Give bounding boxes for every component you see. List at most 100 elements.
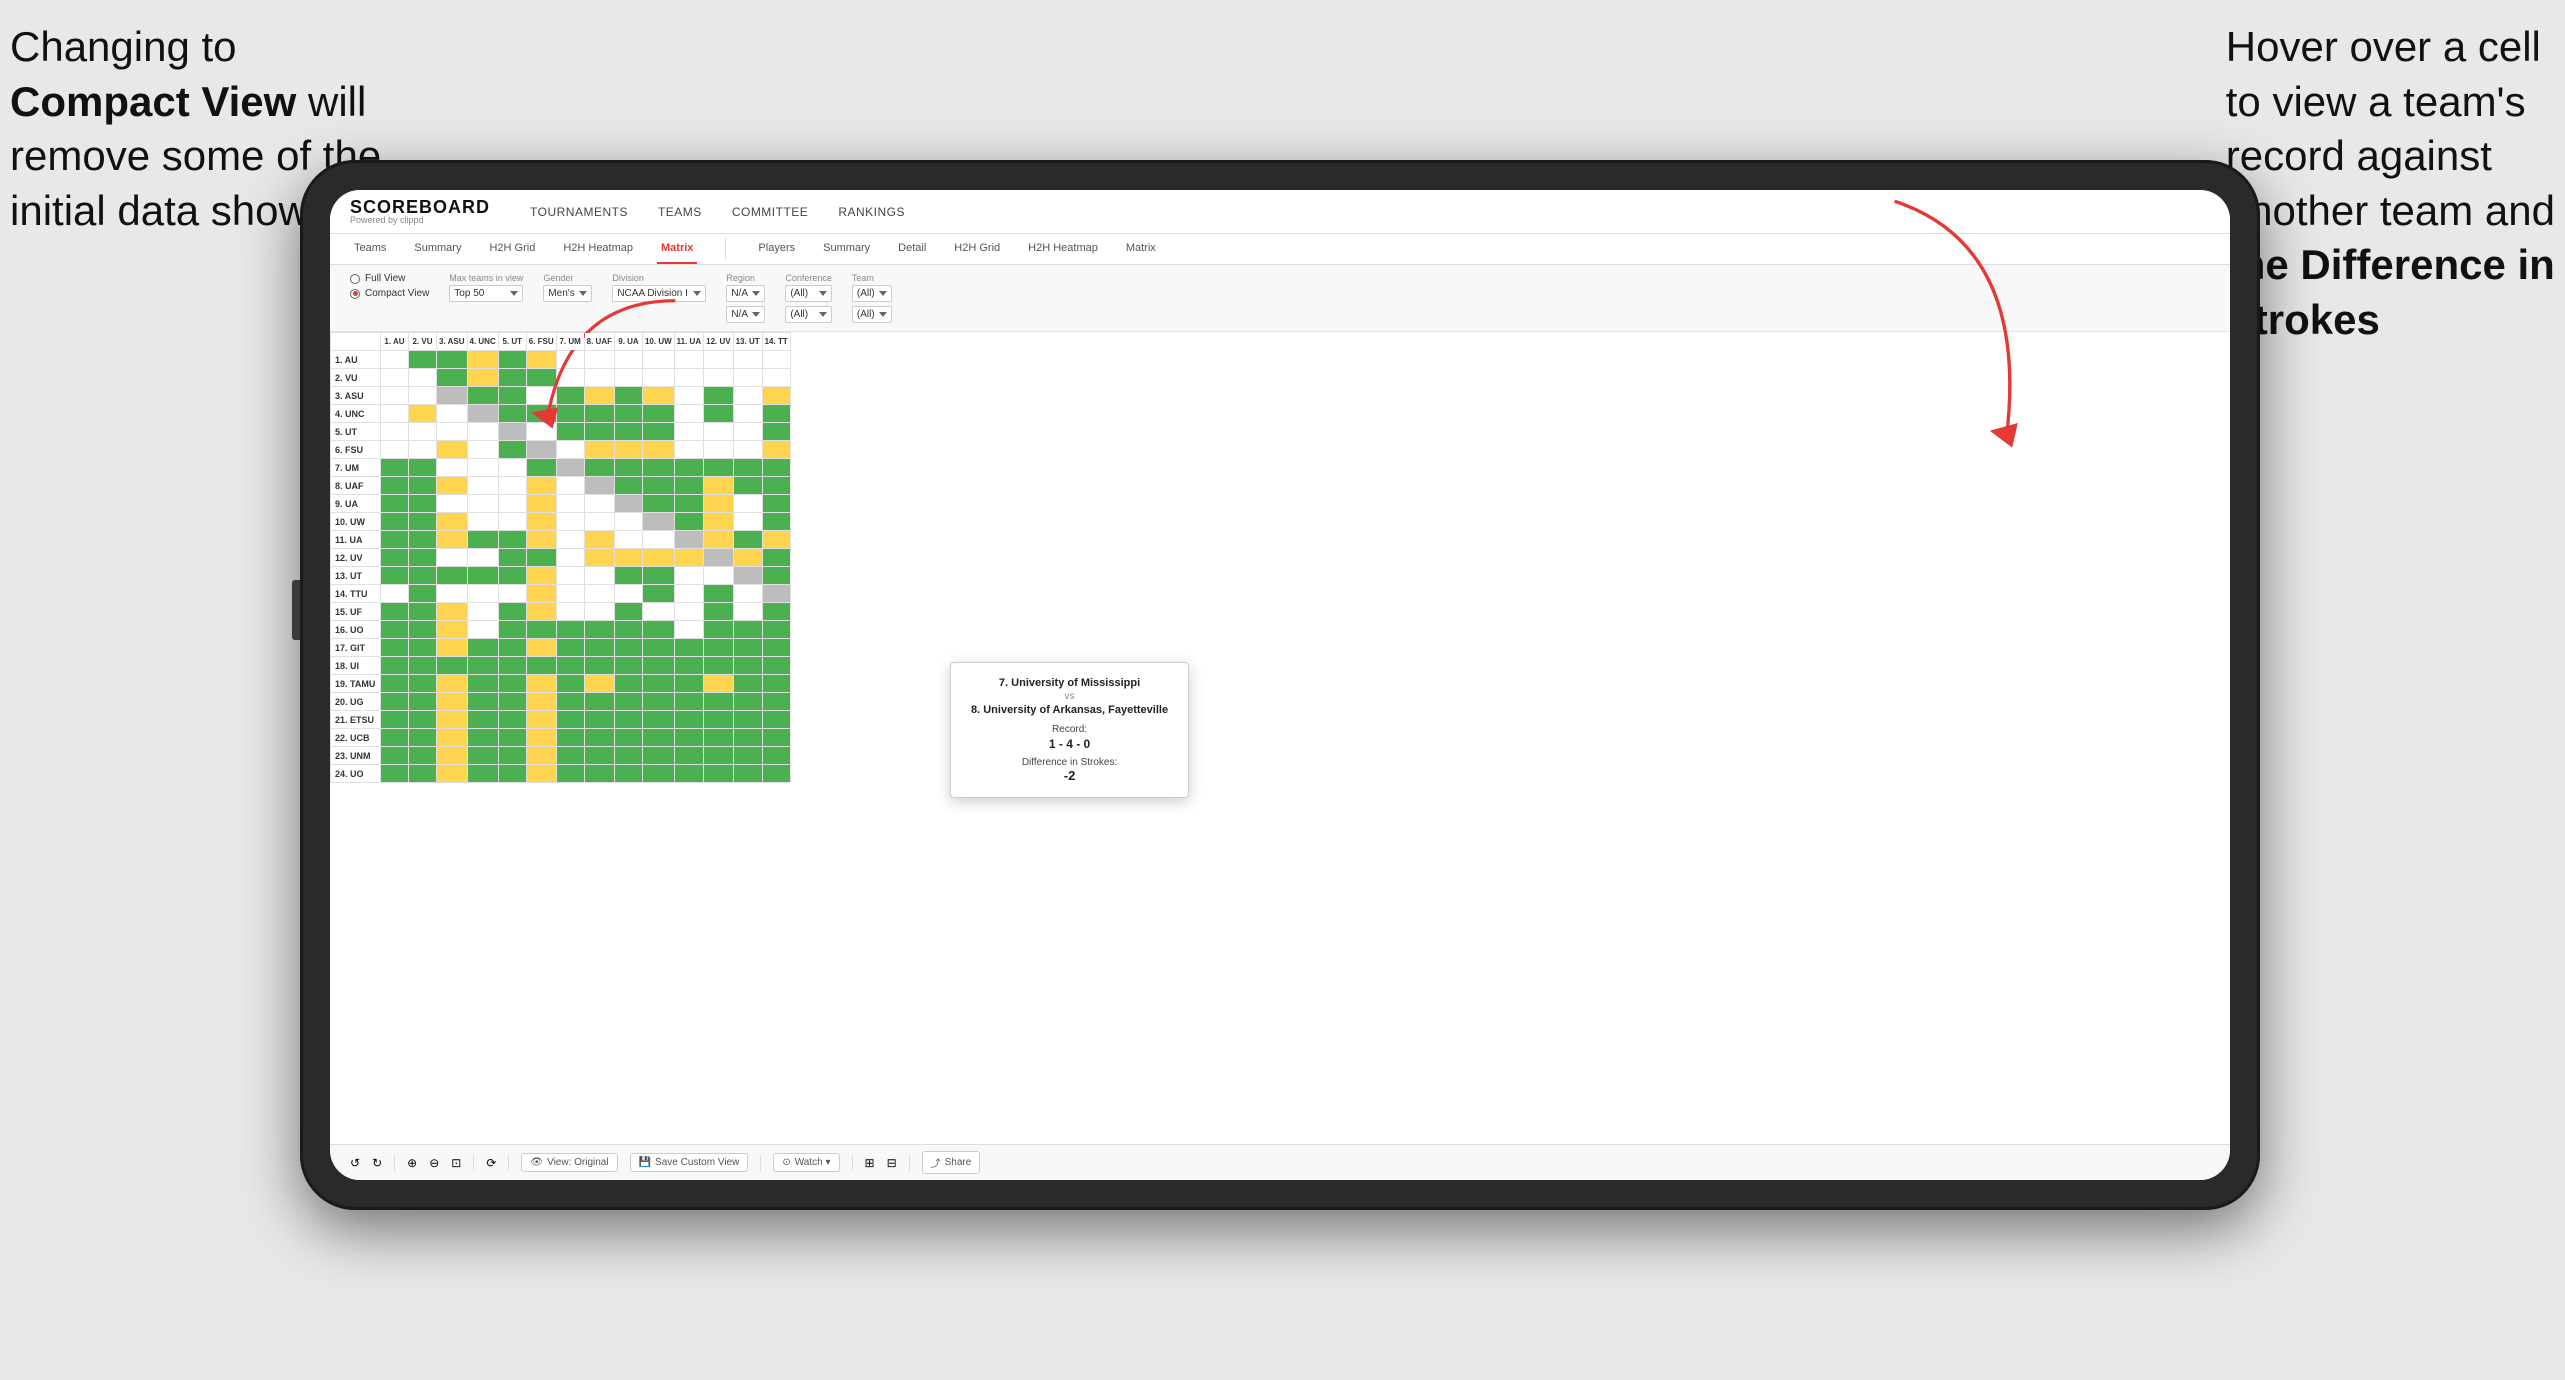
- matrix-cell[interactable]: [704, 405, 733, 423]
- matrix-cell[interactable]: [409, 351, 437, 369]
- matrix-cell[interactable]: [704, 459, 733, 477]
- refresh-icon[interactable]: ⟳: [486, 1156, 496, 1170]
- matrix-cell[interactable]: [704, 747, 733, 765]
- matrix-cell[interactable]: [556, 711, 584, 729]
- sub-nav-h2h-heatmap2[interactable]: H2H Heatmap: [1024, 234, 1102, 264]
- matrix-cell[interactable]: [409, 549, 437, 567]
- matrix-cell[interactable]: [526, 585, 556, 603]
- matrix-cell[interactable]: [381, 441, 409, 459]
- matrix-cell[interactable]: [584, 621, 614, 639]
- matrix-cell[interactable]: [733, 567, 762, 585]
- matrix-cell[interactable]: [437, 405, 468, 423]
- matrix-cell[interactable]: [614, 765, 642, 783]
- sub-nav-h2h-grid2[interactable]: H2H Grid: [950, 234, 1004, 264]
- matrix-cell[interactable]: [381, 531, 409, 549]
- matrix-cell[interactable]: [409, 423, 437, 441]
- matrix-cell[interactable]: [762, 585, 790, 603]
- matrix-cell[interactable]: [762, 405, 790, 423]
- matrix-cell[interactable]: [437, 459, 468, 477]
- matrix-cell[interactable]: [762, 477, 790, 495]
- matrix-cell[interactable]: [409, 567, 437, 585]
- matrix-cell[interactable]: [762, 549, 790, 567]
- matrix-cell[interactable]: [526, 459, 556, 477]
- matrix-cell[interactable]: [381, 639, 409, 657]
- matrix-cell[interactable]: [526, 693, 556, 711]
- matrix-cell[interactable]: [762, 387, 790, 405]
- matrix-cell[interactable]: [437, 477, 468, 495]
- matrix-cell[interactable]: [704, 351, 733, 369]
- matrix-cell[interactable]: [584, 765, 614, 783]
- matrix-cell[interactable]: [437, 549, 468, 567]
- matrix-cell[interactable]: [498, 477, 526, 495]
- watch-button[interactable]: ⊙ Watch ▾: [773, 1153, 839, 1172]
- matrix-cell[interactable]: [556, 585, 584, 603]
- matrix-cell[interactable]: [642, 675, 674, 693]
- matrix-cell[interactable]: [733, 765, 762, 783]
- matrix-cell[interactable]: [674, 639, 703, 657]
- matrix-cell[interactable]: [674, 729, 703, 747]
- matrix-cell[interactable]: [437, 513, 468, 531]
- matrix-cell[interactable]: [498, 585, 526, 603]
- matrix-cell[interactable]: [733, 459, 762, 477]
- matrix-cell[interactable]: [498, 513, 526, 531]
- matrix-cell[interactable]: [409, 441, 437, 459]
- matrix-cell[interactable]: [467, 531, 498, 549]
- matrix-cell[interactable]: [674, 693, 703, 711]
- matrix-cell[interactable]: [762, 657, 790, 675]
- matrix-cell[interactable]: [642, 711, 674, 729]
- sub-nav-players[interactable]: Players: [754, 234, 799, 264]
- matrix-cell[interactable]: [437, 603, 468, 621]
- matrix-cell[interactable]: [467, 657, 498, 675]
- matrix-cell[interactable]: [584, 747, 614, 765]
- matrix-cell[interactable]: [762, 531, 790, 549]
- matrix-cell[interactable]: [381, 747, 409, 765]
- matrix-cell[interactable]: [733, 369, 762, 387]
- matrix-cell[interactable]: [381, 495, 409, 513]
- matrix-cell[interactable]: [704, 621, 733, 639]
- matrix-cell[interactable]: [467, 459, 498, 477]
- sub-nav-h2h-heatmap1[interactable]: H2H Heatmap: [559, 234, 637, 264]
- matrix-cell[interactable]: [762, 459, 790, 477]
- matrix-cell[interactable]: [704, 387, 733, 405]
- matrix-cell[interactable]: [762, 351, 790, 369]
- matrix-cell[interactable]: [674, 459, 703, 477]
- matrix-cell[interactable]: [498, 603, 526, 621]
- matrix-cell[interactable]: [584, 693, 614, 711]
- matrix-cell[interactable]: [409, 621, 437, 639]
- sub-nav-detail[interactable]: Detail: [894, 234, 930, 264]
- matrix-cell[interactable]: [704, 675, 733, 693]
- matrix-cell[interactable]: [733, 441, 762, 459]
- matrix-cell[interactable]: [381, 567, 409, 585]
- matrix-cell[interactable]: [556, 531, 584, 549]
- matrix-cell[interactable]: [762, 423, 790, 441]
- matrix-cell[interactable]: [409, 369, 437, 387]
- filter-team-select[interactable]: (All): [852, 285, 892, 302]
- matrix-cell[interactable]: [733, 747, 762, 765]
- matrix-cell[interactable]: [556, 639, 584, 657]
- matrix-cell[interactable]: [526, 477, 556, 495]
- matrix-cell[interactable]: [381, 369, 409, 387]
- filter-region-select[interactable]: N/A: [726, 285, 765, 302]
- matrix-cell[interactable]: [733, 657, 762, 675]
- matrix-cell[interactable]: [614, 711, 642, 729]
- matrix-cell[interactable]: [498, 567, 526, 585]
- matrix-cell[interactable]: [733, 423, 762, 441]
- matrix-cell[interactable]: [467, 693, 498, 711]
- matrix-cell[interactable]: [642, 693, 674, 711]
- matrix-cell[interactable]: [584, 729, 614, 747]
- matrix-cell[interactable]: [614, 495, 642, 513]
- matrix-cell[interactable]: [584, 675, 614, 693]
- matrix-cell[interactable]: [614, 585, 642, 603]
- matrix-cell[interactable]: [467, 495, 498, 513]
- matrix-cell[interactable]: [409, 765, 437, 783]
- matrix-cell[interactable]: [556, 729, 584, 747]
- full-view-option[interactable]: Full View: [350, 273, 429, 284]
- matrix-cell[interactable]: [381, 657, 409, 675]
- matrix-cell[interactable]: [437, 531, 468, 549]
- sub-nav-matrix2[interactable]: Matrix: [1122, 234, 1160, 264]
- matrix-cell[interactable]: [642, 603, 674, 621]
- matrix-cell[interactable]: [498, 459, 526, 477]
- matrix-cell[interactable]: [467, 765, 498, 783]
- matrix-cell[interactable]: [704, 711, 733, 729]
- matrix-cell[interactable]: [409, 675, 437, 693]
